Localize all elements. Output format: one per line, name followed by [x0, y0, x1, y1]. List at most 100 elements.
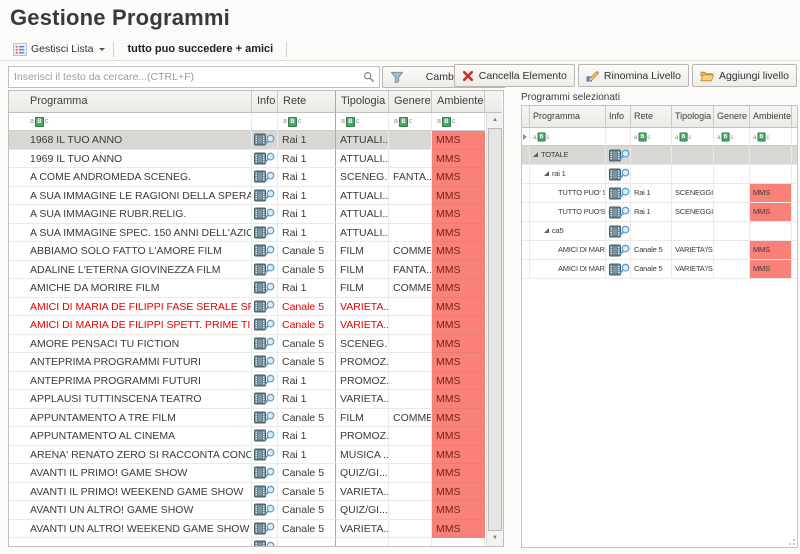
program-info-icons[interactable]: [252, 520, 278, 539]
column-header-info[interactable]: Info: [252, 91, 278, 113]
program-info-icons[interactable]: [252, 372, 278, 391]
tree-row[interactable]: ca5: [522, 222, 797, 241]
tree-row[interactable]: TUTTO PUO' SUCCED...Rai 1SCENEGGIA...MMS: [522, 184, 797, 203]
tree-row[interactable]: TUTTO PUO'SUCCEDE...Rai 1SCENEGGIA...MMS: [522, 203, 797, 222]
table-row[interactable]: APPLAUSI TUTTINSCENA TEATRORai 1VARIETA.…: [9, 390, 486, 409]
table-row[interactable]: [9, 538, 486, 546]
resize-grip-icon[interactable]: [787, 537, 795, 545]
tree-filter-cell-rete[interactable]: aBc: [631, 128, 672, 146]
column-header-tipologia[interactable]: Tipologia: [335, 91, 389, 113]
program-info-icons[interactable]: [252, 187, 278, 206]
table-row[interactable]: A SUA IMMAGINE SPEC. 150 ANNI DELL'AZION…: [9, 224, 486, 243]
table-row[interactable]: APPUNTAMENTO AL CINEMARai 1PROMOZ...MMS: [9, 427, 486, 446]
program-info-icons[interactable]: [252, 483, 278, 502]
tree-filter-cell-ambiente[interactable]: aBc: [750, 128, 792, 146]
program-info-icons[interactable]: [252, 298, 278, 317]
table-row[interactable]: 1969 IL TUO ANNORai 1ATTUALI...MMS: [9, 150, 486, 169]
table-row[interactable]: 1968 IL TUO ANNORai 1ATTUALI...MMS: [9, 131, 486, 150]
program-info-icons[interactable]: [252, 446, 278, 465]
table-row[interactable]: ABBIAMO SOLO FATTO L'AMORE FILMCanale 5F…: [9, 242, 486, 261]
tree-column-header-genere[interactable]: Genere: [714, 106, 750, 128]
table-row[interactable]: AMORE PENSACI TU FICTIONCanale 5SCENEG..…: [9, 335, 486, 354]
program-info-icons[interactable]: [252, 224, 278, 243]
table-row[interactable]: APPUNTAMENTO A TRE FILMCanale 5FILMCOMME…: [9, 409, 486, 428]
delete-element-button[interactable]: Cancella Elemento: [454, 64, 575, 87]
tree-column-header-programma[interactable]: Programma: [530, 106, 606, 128]
program-info-icons[interactable]: [252, 205, 278, 224]
table-row[interactable]: AVANTI UN ALTRO! WEEKEND GAME SHOWCanale…: [9, 520, 486, 539]
table-row[interactable]: A SUA IMMAGINE RUBR.RELIG.Rai 1ATTUALI..…: [9, 205, 486, 224]
filter-cell-programma[interactable]: aBc: [9, 113, 252, 131]
program-info-icons[interactable]: [252, 242, 278, 261]
table-row[interactable]: A SUA IMMAGINE LE RAGIONI DELLA SPERANZA…: [9, 187, 486, 206]
search-input[interactable]: [9, 67, 359, 87]
tree-column-header-info[interactable]: Info: [606, 106, 631, 128]
tree-filter-cell-genere[interactable]: aBc: [714, 128, 750, 146]
program-info-icons[interactable]: [252, 279, 278, 298]
search-button[interactable]: [359, 67, 379, 87]
rename-level-button[interactable]: Rinomina Livello: [578, 64, 689, 87]
program-info-icons[interactable]: [252, 131, 278, 150]
table-row[interactable]: ANTEPRIMA PROGRAMMI FUTURIRai 1PROMOZ...…: [9, 372, 486, 391]
table-row[interactable]: A COME ANDROMEDA SCENEG.Rai 1SCENEG...FA…: [9, 168, 486, 187]
program-info-icons[interactable]: [252, 464, 278, 483]
tree-row[interactable]: AMICI DI MARIA DE F...Canale 5VARIETA'/S…: [522, 260, 797, 279]
tree-column-header-tipologia[interactable]: Tipologia: [672, 106, 714, 128]
program-info-icons[interactable]: [252, 316, 278, 335]
column-header-programma[interactable]: Programma: [9, 91, 252, 113]
program-info-icons[interactable]: [606, 241, 631, 260]
filter-cell-tipologia[interactable]: aBc: [335, 113, 389, 131]
program-info-icons[interactable]: [252, 150, 278, 169]
scroll-up-button[interactable]: ▲: [487, 113, 503, 128]
table-row[interactable]: AMICHE DA MORIRE FILMRai 1FILMCOMME...MM…: [9, 279, 486, 298]
column-header-ambiente[interactable]: Ambiente: [432, 91, 485, 113]
tree-column-header-rete[interactable]: Rete: [631, 106, 672, 128]
program-info-icons[interactable]: [606, 146, 631, 165]
program-info-icons[interactable]: [606, 260, 631, 279]
column-header-genere[interactable]: Genere: [389, 91, 432, 113]
program-info-icons[interactable]: [252, 409, 278, 428]
program-info-icons[interactable]: [252, 501, 278, 520]
table-row[interactable]: AMICI DI MARIA DE FILIPPI SPETT. PRIME T…: [9, 316, 486, 335]
tree-row[interactable]: TOTALE: [522, 146, 797, 165]
column-header-rete[interactable]: Rete: [278, 91, 336, 113]
scroll-down-button[interactable]: ▼: [487, 531, 503, 546]
program-info-icons[interactable]: [252, 261, 278, 280]
program-info-icons[interactable]: [252, 427, 278, 446]
expander-icon[interactable]: [544, 171, 549, 176]
tree-filter-cell-programma[interactable]: aBc: [530, 128, 606, 146]
program-info-icons[interactable]: [252, 538, 278, 546]
grid-scrollbar[interactable]: ▲ ▼: [486, 113, 503, 546]
manage-list-button[interactable]: Gestisci Lista: [13, 43, 105, 56]
filter-cell-info[interactable]: [252, 113, 278, 131]
table-row[interactable]: ANTEPRIMA PROGRAMMI FUTURICanale 5PROMOZ…: [9, 353, 486, 372]
program-info-icons[interactable]: [606, 222, 631, 241]
table-row[interactable]: AVANTI UN ALTRO! GAME SHOWCanale 5QUIZ/G…: [9, 501, 486, 520]
table-row[interactable]: AMICI DI MARIA DE FILIPPI FASE SERALE SP…: [9, 298, 486, 317]
active-list-tab[interactable]: tutto puo succedere + amici: [122, 43, 278, 55]
table-row[interactable]: AVANTI IL PRIMO! GAME SHOWCanale 5QUIZ/G…: [9, 464, 486, 483]
table-row[interactable]: ARENA' RENATO ZERO SI RACCONTA CONCERTOR…: [9, 446, 486, 465]
program-info-icons[interactable]: [252, 390, 278, 409]
filter-cell-rete[interactable]: aBc: [278, 113, 336, 131]
expander-icon[interactable]: [533, 152, 538, 157]
program-info-icons[interactable]: [606, 203, 631, 222]
tree-filter-cell-tipologia[interactable]: aBc: [672, 128, 714, 146]
program-info-icons[interactable]: [606, 165, 631, 184]
tree-row[interactable]: AMICI DI MARIA DE F...Canale 5VARIETA'/S…: [522, 241, 797, 260]
program-info-icons[interactable]: [252, 353, 278, 372]
filter-cell-ambiente[interactable]: aBc: [432, 113, 485, 131]
add-level-button[interactable]: Aggiungi livello: [692, 64, 797, 87]
table-row[interactable]: ADALINE L'ETERNA GIOVINEZZA FILMCanale 5…: [9, 261, 486, 280]
expander-icon[interactable]: [544, 228, 549, 233]
program-info-icons[interactable]: [252, 168, 278, 187]
scroll-thumb[interactable]: [488, 128, 502, 531]
program-info-icons[interactable]: [606, 184, 631, 203]
program-info-icons[interactable]: [252, 335, 278, 354]
row-indicator-icon: [523, 134, 527, 140]
tree-filter-cell-info[interactable]: [606, 128, 631, 146]
tree-column-header-ambiente[interactable]: Ambiente: [750, 106, 792, 128]
table-row[interactable]: AVANTI IL PRIMO! WEEKEND GAME SHOWCanale…: [9, 483, 486, 502]
filter-cell-genere[interactable]: aBc: [389, 113, 432, 131]
tree-row[interactable]: rai 1: [522, 165, 797, 184]
